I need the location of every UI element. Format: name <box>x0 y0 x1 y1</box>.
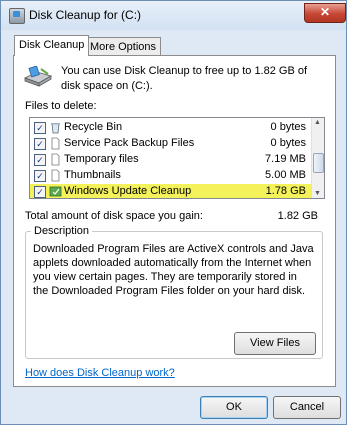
list-item[interactable]: ✓ Service Pack Backup Files 0 bytes <box>30 136 312 152</box>
file-size: 5.00 MB <box>265 169 306 181</box>
file-size: 0 bytes <box>270 137 306 149</box>
file-size: 1.78 GB <box>265 185 306 197</box>
checkbox[interactable]: ✓ <box>34 122 46 134</box>
disk-cleanup-window: Disk Cleanup for (C:) ✕ Disk Cleanup Mor… <box>0 0 347 425</box>
list-item[interactable]: ✓ Thumbnails 5.00 MB <box>30 168 312 184</box>
list-item[interactable]: ✓ Recycle Bin 0 bytes <box>30 120 312 136</box>
ok-button[interactable]: OK <box>200 396 268 419</box>
file-size: 7.19 MB <box>265 153 306 165</box>
scroll-down-icon[interactable]: ▼ <box>314 190 321 197</box>
file-name: Temporary files <box>64 153 139 165</box>
files-to-delete-label: Files to delete: <box>25 100 97 112</box>
files-list[interactable]: ✓ Recycle Bin 0 bytes ✓ Service Pack Bac… <box>29 117 325 199</box>
disk-cleanup-app-icon <box>9 8 25 24</box>
tab-more-options[interactable]: More Options <box>85 37 162 56</box>
recycle-bin-icon <box>51 123 60 134</box>
file-name: Recycle Bin <box>64 121 123 133</box>
scrollbar-thumb[interactable] <box>313 153 324 173</box>
total-label: Total amount of disk space you gain: <box>25 210 203 222</box>
update-icon <box>49 186 62 197</box>
view-files-button[interactable]: View Files <box>234 332 316 355</box>
disk-cleanup-icon <box>23 66 53 87</box>
checkbox[interactable]: ✓ <box>34 138 46 150</box>
file-icon <box>51 169 60 182</box>
title-bar[interactable]: Disk Cleanup for (C:) ✕ <box>1 1 346 30</box>
window-title: Disk Cleanup for (C:) <box>29 8 142 22</box>
scroll-up-icon[interactable]: ▲ <box>314 119 321 126</box>
file-icon <box>51 137 60 150</box>
file-icon <box>51 153 60 166</box>
help-link[interactable]: How does Disk Cleanup work? <box>25 367 175 379</box>
cancel-button[interactable]: Cancel <box>273 396 341 419</box>
file-name: Windows Update Cleanup <box>64 185 192 197</box>
file-name: Thumbnails <box>64 169 121 181</box>
total-value: 1.82 GB <box>277 210 318 222</box>
checkbox[interactable]: ✓ <box>34 170 46 182</box>
close-button[interactable]: ✕ <box>304 3 346 23</box>
file-name: Service Pack Backup Files <box>64 137 195 149</box>
list-item[interactable]: ✓ Windows Update Cleanup 1.78 GB <box>30 184 312 198</box>
checkbox[interactable]: ✓ <box>34 186 46 198</box>
checkbox[interactable]: ✓ <box>34 154 46 166</box>
description-text: Downloaded Program Files are ActiveX con… <box>33 243 314 297</box>
list-scrollbar[interactable]: ▲ ▼ <box>311 118 324 198</box>
description-title: Description <box>31 225 93 237</box>
tab-disk-cleanup[interactable]: Disk Cleanup <box>14 35 90 56</box>
file-size: 0 bytes <box>270 121 306 133</box>
info-text: You can use Disk Cleanup to free up to 1… <box>61 65 308 92</box>
list-item[interactable]: ✓ Temporary files 7.19 MB <box>30 152 312 168</box>
